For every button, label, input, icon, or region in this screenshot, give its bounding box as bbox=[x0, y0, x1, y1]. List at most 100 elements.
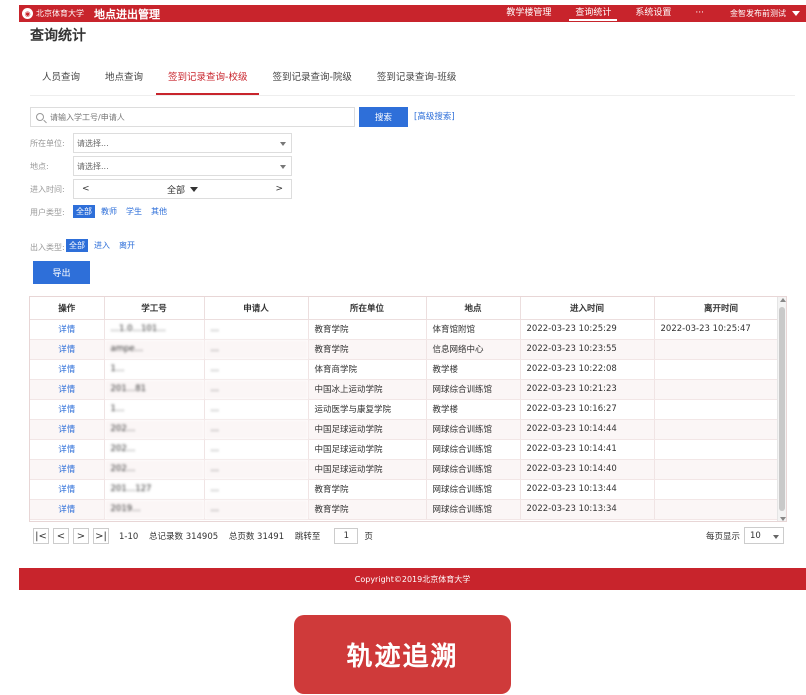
tab-checkin-college[interactable]: 签到记录查询-院级 bbox=[260, 66, 363, 95]
io-type-enter[interactable]: 进入 bbox=[91, 239, 113, 252]
detail-link[interactable]: 详情 bbox=[30, 439, 105, 460]
nav-item-more[interactable]: ··· bbox=[683, 5, 716, 22]
time-next-button[interactable]: > bbox=[275, 184, 283, 194]
table-cell: 网球综合训练馆 bbox=[426, 479, 521, 500]
table-row: 详情 1…… 运动医学与康复学院 教学楼 2022-03-23 10:16:27 bbox=[30, 399, 786, 420]
user-menu[interactable]: 金智发布前测试 bbox=[716, 8, 806, 19]
detail-link[interactable]: 详情 bbox=[30, 479, 105, 500]
detail-link[interactable]: 详情 bbox=[30, 339, 105, 360]
table-cell: … bbox=[204, 359, 309, 380]
user-type-other[interactable]: 其他 bbox=[148, 205, 170, 218]
scroll-down-icon[interactable] bbox=[780, 517, 786, 521]
io-type-leave[interactable]: 离开 bbox=[116, 239, 138, 252]
table-cell: 201…127 bbox=[104, 479, 205, 500]
table-cell bbox=[654, 339, 786, 360]
table-cell: 体育馆附馆 bbox=[426, 319, 521, 340]
user-type-label: 用户类型: bbox=[30, 208, 65, 217]
caret-down-icon bbox=[280, 165, 286, 169]
scroll-up-icon[interactable] bbox=[780, 298, 786, 302]
table-cell: 网球综合训练馆 bbox=[426, 439, 521, 460]
table-cell bbox=[654, 379, 786, 400]
detail-link[interactable]: 详情 bbox=[30, 419, 105, 440]
trace-button[interactable]: 轨迹追溯 bbox=[294, 615, 511, 694]
search-box bbox=[30, 107, 355, 127]
table-cell: 2022-03-23 10:14:44 bbox=[520, 419, 655, 440]
next-page-button[interactable]: > bbox=[73, 528, 89, 544]
user-type-student[interactable]: 学生 bbox=[123, 205, 145, 218]
table-cell: 2022-03-23 10:14:41 bbox=[520, 439, 655, 460]
table-cell: 1… bbox=[104, 399, 205, 420]
prev-page-button[interactable]: < bbox=[53, 528, 69, 544]
tab-place-query[interactable]: 地点查询 bbox=[93, 66, 155, 95]
table-cell: 202… bbox=[104, 439, 205, 460]
logo-text: 北京体育大学 bbox=[36, 9, 84, 18]
table-scrollbar[interactable] bbox=[777, 297, 786, 521]
table-cell: 教学楼 bbox=[426, 359, 521, 380]
table-cell: 2022-03-23 10:16:27 bbox=[520, 399, 655, 420]
tab-checkin-class[interactable]: 签到记录查询-班级 bbox=[365, 66, 468, 95]
table-cell: 2022-03-23 10:25:47 bbox=[654, 319, 786, 340]
per-page-value: 10 bbox=[750, 530, 761, 541]
per-page-control: 每页显示 10 bbox=[706, 527, 785, 544]
table-cell: 体育商学院 bbox=[308, 359, 427, 380]
top-nav: 教学楼管理 查询统计 系统设置 ··· 金智发布前测试 bbox=[494, 5, 806, 22]
io-type-all[interactable]: 全部 bbox=[66, 239, 88, 252]
col-header: 申请人 bbox=[204, 297, 309, 320]
table-cell: 中国足球运动学院 bbox=[308, 419, 427, 440]
page-number-input[interactable]: 1 bbox=[334, 528, 359, 544]
detail-link[interactable]: 详情 bbox=[30, 459, 105, 480]
place-select[interactable]: 请选择... bbox=[73, 156, 292, 176]
record-range: 1-10 bbox=[119, 532, 139, 542]
records-table: 操作 学工号 申请人 所在单位 地点 进入时间 离开时间 详情 …1.0…101…… bbox=[29, 296, 787, 522]
table-cell: 2022-03-23 10:21:23 bbox=[520, 379, 655, 400]
pagination: |< < > >| 1-10 总记录数 314905 总页数 31491 跳转至… bbox=[33, 527, 373, 545]
top-bar: ◉ 北京体育大学 地点进出管理 教学楼管理 查询统计 系统设置 ··· 金智发布… bbox=[19, 5, 806, 22]
search-input[interactable] bbox=[50, 112, 330, 122]
first-page-button[interactable]: |< bbox=[33, 528, 49, 544]
user-type-teacher[interactable]: 教师 bbox=[98, 205, 120, 218]
advanced-search-link[interactable]: [高级搜索] bbox=[414, 110, 455, 122]
scroll-thumb[interactable] bbox=[779, 307, 785, 511]
table-cell: … bbox=[204, 379, 309, 400]
table-header: 操作 学工号 申请人 所在单位 地点 进入时间 离开时间 bbox=[30, 297, 786, 320]
table-cell: 教育学院 bbox=[308, 339, 427, 360]
table-row: 详情 202…… 中国足球运动学院 网球综合训练馆 2022-03-23 10:14:4… bbox=[30, 459, 786, 480]
nav-item-building[interactable]: 教学楼管理 bbox=[494, 5, 563, 22]
tab-person-query[interactable]: 人员查询 bbox=[30, 66, 92, 95]
col-header: 学工号 bbox=[104, 297, 205, 320]
table-row: 详情 202…… 中国足球运动学院 网球综合训练馆 2022-03-23 10:14:4… bbox=[30, 439, 786, 460]
table-cell: 202… bbox=[104, 459, 205, 480]
system-title: 地点进出管理 bbox=[94, 7, 160, 21]
detail-link[interactable]: 详情 bbox=[30, 399, 105, 420]
tab-checkin-school[interactable]: 签到记录查询-校级 bbox=[156, 66, 260, 95]
search-button[interactable]: 搜索 bbox=[359, 107, 408, 127]
export-button[interactable]: 导出 bbox=[33, 261, 90, 284]
page-unit: 页 bbox=[364, 532, 373, 542]
nav-item-query[interactable]: 查询统计 bbox=[563, 5, 623, 22]
user-type-all[interactable]: 全部 bbox=[73, 205, 95, 218]
table-cell bbox=[654, 399, 786, 420]
time-range-picker: < 全部 > bbox=[73, 179, 292, 199]
per-page-select[interactable]: 10 bbox=[744, 527, 785, 544]
table-cell: 教育学院 bbox=[308, 319, 427, 340]
table-cell: 中国足球运动学院 bbox=[308, 459, 427, 480]
caret-down-icon bbox=[773, 535, 780, 539]
table-cell bbox=[654, 459, 786, 480]
time-value: 全部 bbox=[166, 185, 185, 196]
logo-emblem-icon: ◉ bbox=[22, 8, 33, 19]
table-cell: … bbox=[204, 319, 309, 340]
time-prev-button[interactable]: < bbox=[82, 184, 90, 194]
table-cell: 教育学院 bbox=[308, 479, 427, 500]
nav-item-settings[interactable]: 系统设置 bbox=[623, 5, 683, 22]
detail-link[interactable]: 详情 bbox=[30, 319, 105, 340]
unit-select[interactable]: 请选择... bbox=[73, 133, 292, 153]
detail-link[interactable]: 详情 bbox=[30, 359, 105, 380]
detail-link[interactable]: 详情 bbox=[30, 379, 105, 400]
time-select[interactable]: 全部 bbox=[167, 183, 198, 196]
table-cell bbox=[654, 359, 786, 380]
chevron-down-icon bbox=[792, 11, 800, 16]
table-cell: … bbox=[204, 499, 309, 520]
table-cell: 中国冰上运动学院 bbox=[308, 379, 427, 400]
detail-link[interactable]: 详情 bbox=[30, 499, 105, 520]
last-page-button[interactable]: >| bbox=[93, 528, 109, 544]
